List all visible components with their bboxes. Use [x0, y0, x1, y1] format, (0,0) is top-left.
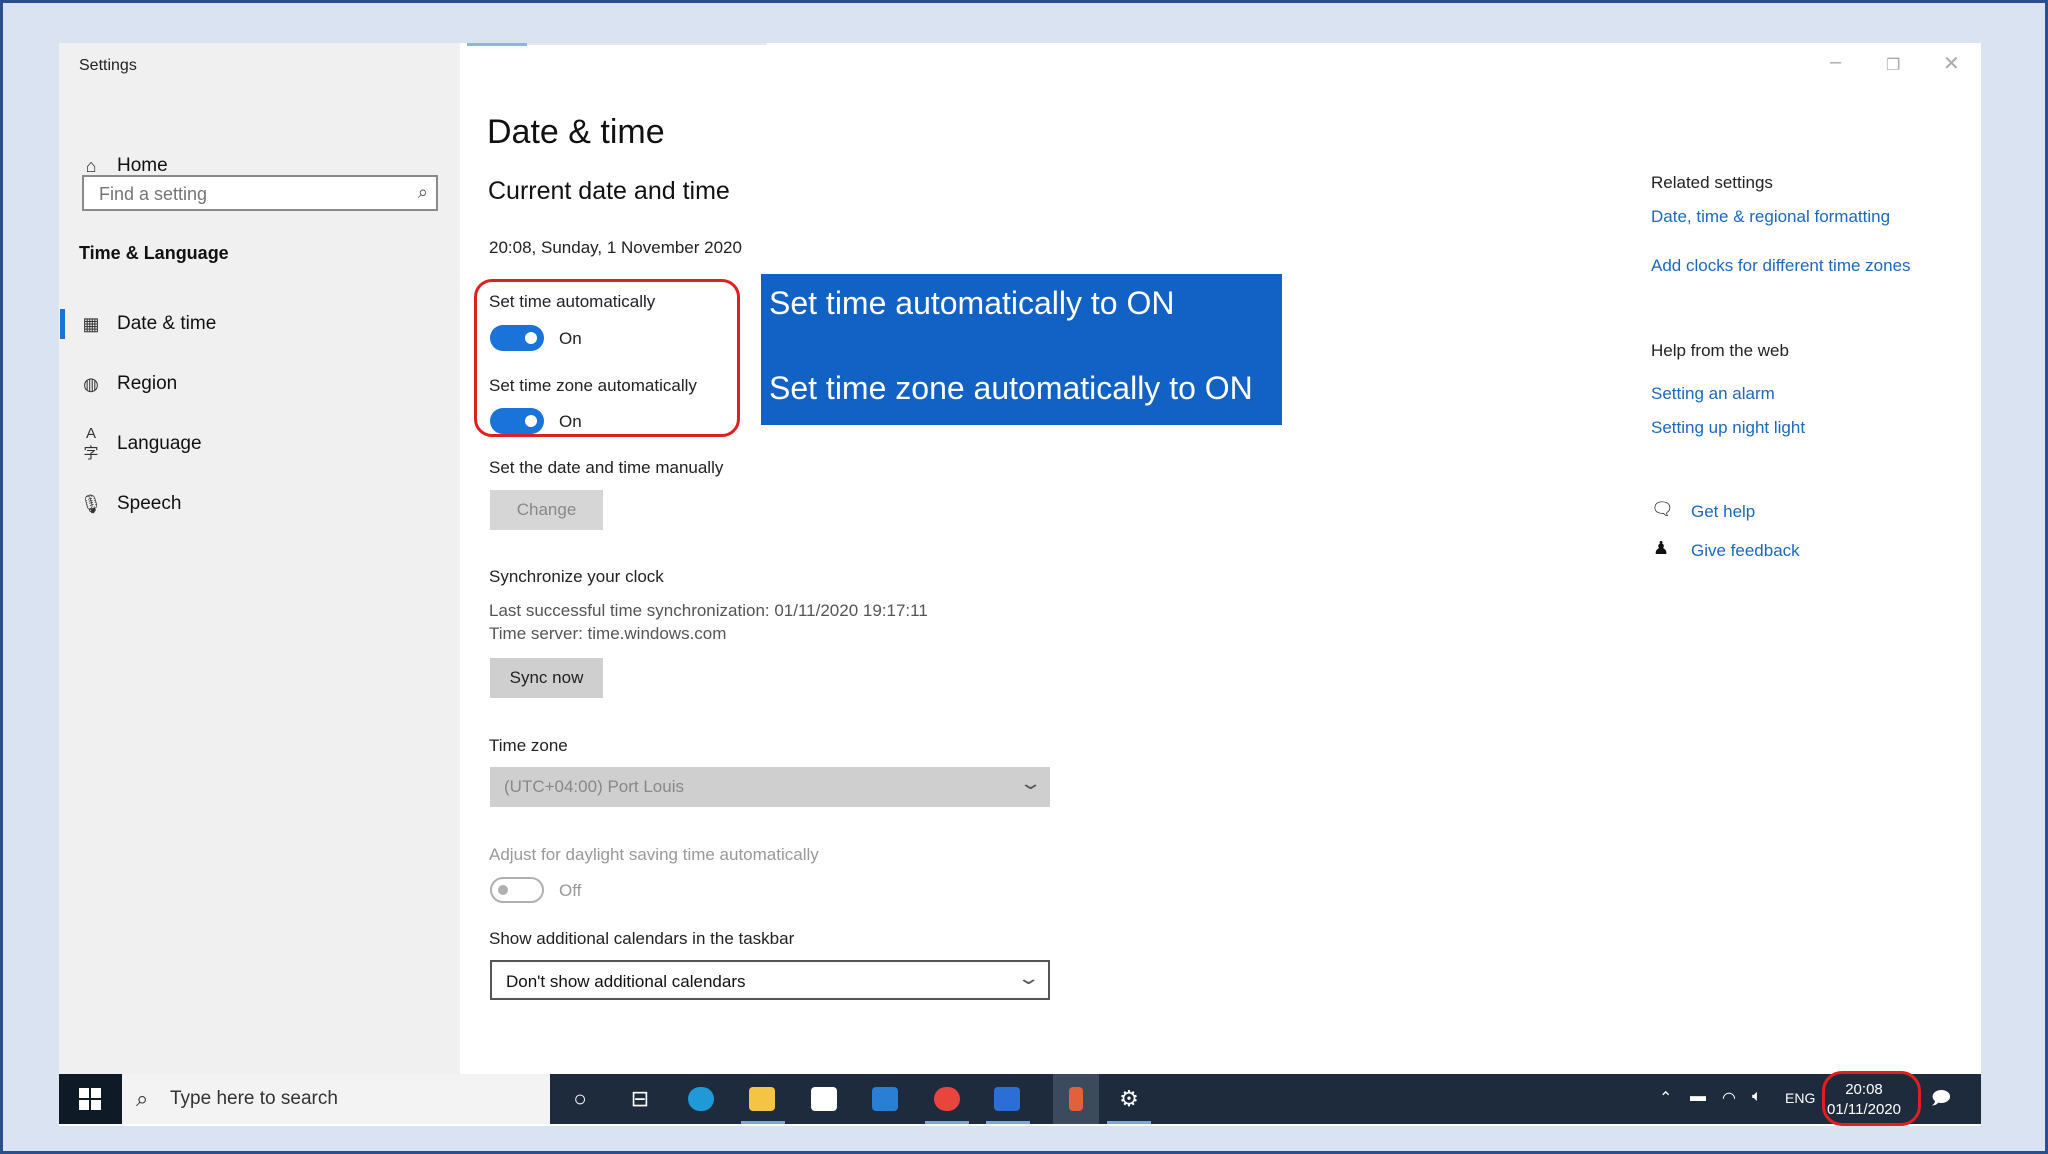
time-server-text: Time server: time.windows.com [489, 624, 727, 643]
manual-label: Set the date and time manually [489, 458, 724, 477]
top-accent [467, 43, 527, 46]
taskbar-search[interactable]: ⌕ Type here to search [122, 1074, 550, 1124]
microphone-icon: 🎙︎ [79, 493, 103, 514]
chevron-down-icon: ⌄ [1018, 773, 1043, 793]
search-icon: ⌕ [136, 1086, 149, 1111]
regional-formatting-link[interactable]: Date, time & regional formatting [1651, 207, 1890, 227]
sidebar-section-title: Time & Language [79, 243, 229, 263]
setting-alarm-link[interactable]: Setting an alarm [1651, 384, 1775, 404]
app-icon[interactable] [1053, 1074, 1099, 1124]
timezone-value: (UTC+04:00) Port Louis [504, 777, 684, 796]
word-icon[interactable] [992, 1084, 1022, 1114]
dst-label: Adjust for daylight saving time automati… [489, 845, 819, 864]
section-title: Current date and time [488, 177, 730, 205]
page-title: Date & time [487, 113, 665, 151]
restore-icon[interactable]: ❐ [1886, 55, 1900, 75]
app-title: Settings [79, 57, 137, 74]
change-button[interactable]: Change [490, 490, 603, 530]
taskbar-search-text: Type here to search [170, 1088, 338, 1109]
sidebar-item-label: Language [117, 433, 202, 454]
start-button[interactable] [59, 1074, 122, 1124]
sidebar-item-label: Home [117, 155, 168, 176]
store-icon[interactable] [809, 1084, 839, 1114]
task-view-icon[interactable]: ⊟ [625, 1084, 655, 1114]
last-sync-text: Last successful time synchronization: 01… [489, 601, 928, 620]
callout-line-1: Set time automatically to ON [769, 285, 1175, 321]
cortana-icon[interactable]: ○ [565, 1084, 595, 1114]
get-help-icon: 🗨︎ [1651, 499, 1674, 519]
language-indicator[interactable]: ENG [1785, 1090, 1815, 1106]
search-icon: ⌕ [417, 182, 428, 202]
add-clocks-link[interactable]: Add clocks for different time zones [1651, 256, 1911, 276]
instruction-callout: Set time automatically to ON Set time zo… [761, 274, 1282, 425]
file-explorer-icon[interactable] [747, 1084, 777, 1114]
chevron-down-icon: ⌄ [1016, 968, 1041, 988]
callout-line-2: Set time zone automatically to ON [769, 370, 1253, 406]
settings-window: Settings ⌂ Home ⌕ Time & Language ▦ Date… [59, 43, 1981, 1126]
feedback-icon: ♟ [1653, 538, 1670, 558]
sync-title: Synchronize your clock [489, 567, 664, 586]
close-icon[interactable]: ✕ [1943, 51, 1960, 76]
language-icon: A字 [83, 425, 99, 462]
sidebar-item-speech[interactable]: 🎙︎ Speech [79, 489, 182, 519]
battery-icon[interactable]: ▬ [1690, 1088, 1706, 1106]
globe-icon: ◍ [83, 373, 99, 394]
night-light-link[interactable]: Setting up night light [1651, 418, 1805, 438]
running-indicator [986, 1121, 1030, 1124]
taskbar: ⌕ Type here to search ○ ⊟ ⚙ ⌃ ▬ ◠ 🔈︎ ENG… [59, 1074, 1981, 1124]
home-icon: ⌂ [85, 155, 97, 176]
calendars-label: Show additional calendars in the taskbar [489, 929, 795, 948]
current-datetime: 20:08, Sunday, 1 November 2020 [489, 238, 742, 257]
running-indicator [925, 1121, 969, 1124]
search-input[interactable] [97, 183, 401, 206]
sidebar-item-language[interactable]: A字 Language [79, 425, 202, 462]
give-feedback-link[interactable]: Give feedback [1691, 541, 1800, 561]
active-indicator [60, 309, 65, 339]
sidebar-item-label: Region [117, 373, 178, 394]
minimize-icon[interactable]: – [1830, 51, 1841, 74]
running-indicator [741, 1121, 785, 1124]
sidebar-item-region[interactable]: ◍ Region [79, 369, 177, 399]
dst-state: Off [559, 881, 582, 900]
get-help-link[interactable]: Get help [1691, 502, 1755, 522]
timezone-select[interactable]: (UTC+04:00) Port Louis ⌄ [490, 767, 1050, 807]
calendars-value: Don't show additional calendars [506, 972, 746, 991]
chevron-up-icon[interactable]: ⌃ [1659, 1088, 1672, 1108]
clock-highlight-box [1822, 1071, 1921, 1126]
chrome-icon[interactable] [932, 1084, 962, 1114]
calendars-select[interactable]: Don't show additional calendars ⌄ [490, 960, 1050, 1000]
related-settings-title: Related settings [1651, 173, 1773, 192]
running-indicator [1107, 1121, 1151, 1124]
calendar-clock-icon: ▦ [82, 313, 100, 334]
toggle-highlight-box [474, 279, 740, 437]
wifi-icon[interactable]: ◠ [1722, 1088, 1736, 1108]
notification-icon[interactable]: 🗩︎ [1931, 1086, 1951, 1116]
help-web-title: Help from the web [1651, 341, 1789, 360]
sidebar-item-label: Date & time [117, 313, 217, 334]
sidebar: Settings ⌂ Home ⌕ Time & Language ▦ Date… [59, 43, 460, 1074]
find-setting-search[interactable]: ⌕ [82, 175, 438, 211]
sidebar-item-date-time[interactable]: ▦ Date & time [79, 309, 216, 339]
windows-icon [79, 1088, 101, 1110]
timezone-label: Time zone [489, 736, 568, 755]
settings-gear-icon[interactable]: ⚙ [1114, 1084, 1144, 1114]
volume-icon[interactable]: 🔈︎ [1752, 1088, 1762, 1106]
sync-now-button[interactable]: Sync now [490, 658, 603, 698]
dst-toggle[interactable] [490, 877, 544, 903]
mail-icon[interactable] [870, 1084, 900, 1114]
edge-icon[interactable] [686, 1084, 716, 1114]
sidebar-item-label: Speech [117, 493, 182, 514]
